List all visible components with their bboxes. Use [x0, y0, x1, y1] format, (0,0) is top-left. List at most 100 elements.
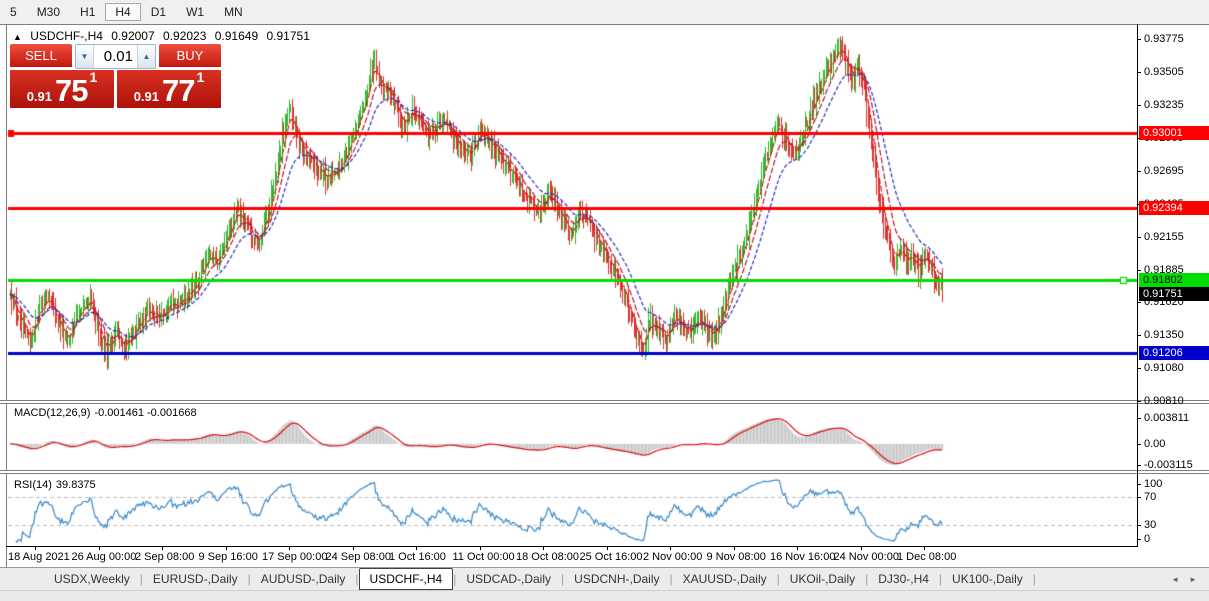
time-axis-label: 1 Oct 16:00: [389, 551, 446, 563]
chart-header: ▲ USDCHF-,H4 0.92007 0.92023 0.91649 0.9…: [13, 29, 315, 43]
axis-tick: [1137, 72, 1141, 73]
axis-tick: [1137, 171, 1141, 172]
axis-tick: [1137, 418, 1141, 419]
buy-price-big: 77: [162, 77, 194, 105]
volume-input[interactable]: 0.01: [94, 45, 137, 68]
time-axis-tick: [289, 547, 290, 550]
time-axis-tick: [543, 547, 544, 550]
buy-button[interactable]: BUY: [159, 44, 221, 69]
price-axis-line: [1137, 24, 1138, 547]
chart-tab-uk100-daily[interactable]: UK100-,Daily: [942, 568, 1033, 590]
timeframe-h1[interactable]: H1: [70, 3, 105, 21]
axis-tick: [1137, 368, 1141, 369]
chart-tabs: USDX,Weekly|EURUSD-,Daily|AUDUSD-,Daily|…: [44, 568, 1036, 590]
volume-spinner: ▼ 0.01 ▲: [75, 44, 156, 69]
collapse-trade-panel-icon[interactable]: ▲: [13, 32, 22, 42]
axis-tick: [1137, 39, 1141, 40]
time-axis-tick: [480, 547, 481, 550]
symbol-period-title: USDCHF-,H4: [30, 29, 103, 43]
price-axis-label: 0.90810: [1144, 395, 1208, 408]
time-axis-label: 17 Sep 00:00: [262, 551, 327, 563]
time-axis-label: 24 Nov 00:00: [834, 551, 899, 563]
metatrader-window: { "toolbar": { "items": ["5", "M30", "H1…: [0, 0, 1209, 600]
tab-scroll-arrows: ◄ ►: [1171, 568, 1209, 590]
buy-price-base: 0.91: [134, 89, 159, 105]
tab-separator: |: [1033, 568, 1036, 590]
axis-tick: [1137, 401, 1141, 402]
axis-tick: [1137, 497, 1141, 498]
time-axis-label: 25 Oct 16:00: [580, 551, 643, 563]
ohlc-low: 0.91649: [215, 29, 258, 43]
price-axis-label: 0.92695: [1144, 165, 1208, 178]
axis-tick: [1137, 465, 1141, 466]
time-axis-label: 2 Sep 08:00: [135, 551, 194, 563]
macd-indicator-label: MACD(12,26,9)-0.001461 -0.001668: [14, 407, 201, 419]
timeframe-mn[interactable]: MN: [214, 3, 253, 21]
timeframe-toolbar: 5M30H1H4D1W1MN: [0, 0, 1209, 25]
time-axis-label: 16 Nov 16:00: [770, 551, 835, 563]
chart-tab-usdcad-daily[interactable]: USDCAD-,Daily: [456, 568, 561, 590]
sell-price-base: 0.91: [27, 89, 52, 105]
chart-tab-xauusd-daily[interactable]: XAUUSD-,Daily: [673, 568, 777, 590]
chart-tab-dj30-h4[interactable]: DJ30-,H4: [868, 568, 939, 590]
axis-tick: [1137, 484, 1141, 485]
rsi-axis-label: 70: [1144, 491, 1208, 504]
ohlc-close: 0.91751: [266, 29, 309, 43]
timeframe-m30[interactable]: M30: [27, 3, 70, 21]
price-axis-label: 0.93235: [1144, 99, 1208, 112]
ohlc-open: 0.92007: [111, 29, 154, 43]
timeframe-d1[interactable]: D1: [141, 3, 176, 21]
axis-tick: [1137, 105, 1141, 106]
timeframe-5[interactable]: 5: [0, 3, 27, 21]
time-axis-tick: [607, 547, 608, 550]
macd-axis-label: 0.00: [1144, 438, 1208, 451]
time-axis-label: 9 Nov 08:00: [707, 551, 766, 563]
rsi-indicator-label: RSI(14)39.8375: [14, 479, 100, 491]
time-axis-tick: [924, 547, 925, 550]
timeframe-w1[interactable]: W1: [176, 3, 214, 21]
time-axis-tick: [416, 547, 417, 550]
rsi-axis-label: 0: [1144, 533, 1208, 546]
price-axis-label: 0.92155: [1144, 231, 1208, 244]
time-axis-label: 9 Sep 16:00: [199, 551, 258, 563]
time-axis-label: 26 Aug 00:00: [72, 551, 137, 563]
time-axis-line: [6, 546, 1137, 547]
price-axis-label: 0.93775: [1144, 33, 1208, 46]
axis-tick: [1137, 525, 1141, 526]
rsi-panel-divider[interactable]: [0, 470, 1209, 474]
chart-frame-left-border: [6, 24, 7, 567]
time-axis-tick: [226, 547, 227, 550]
buy-price-button[interactable]: 0.91 77 1: [117, 70, 221, 108]
chart-tab-bar: USDX,Weekly|EURUSD-,Daily|AUDUSD-,Daily|…: [0, 567, 1209, 590]
level-price-badge: 0.91802: [1139, 273, 1209, 287]
tab-scroll-right-icon[interactable]: ►: [1189, 575, 1197, 584]
axis-tick: [1137, 539, 1141, 540]
chart-tab-usdx-weekly[interactable]: USDX,Weekly: [44, 568, 140, 590]
volume-decrease-icon[interactable]: ▼: [76, 45, 94, 68]
timeframe-h4[interactable]: H4: [105, 3, 140, 21]
ohlc-high: 0.92023: [163, 29, 206, 43]
tab-scroll-left-icon[interactable]: ◄: [1171, 575, 1179, 584]
buy-price-pipette: 1: [197, 70, 205, 84]
chart-tab-eurusd-daily[interactable]: EURUSD-,Daily: [143, 568, 248, 590]
price-axis-label: 0.93505: [1144, 66, 1208, 79]
chart-tab-usdchf-h4[interactable]: USDCHF-,H4: [359, 568, 454, 590]
timeframe-bar: 5M30H1H4D1W1MN: [0, 3, 253, 21]
time-axis-tick: [734, 547, 735, 550]
rsi-axis-label: 100: [1144, 478, 1208, 491]
chart-tab-usdcnh-daily[interactable]: USDCNH-,Daily: [564, 568, 669, 590]
axis-tick: [1137, 444, 1141, 445]
sell-button[interactable]: SELL: [10, 44, 72, 69]
volume-increase-icon[interactable]: ▲: [137, 45, 155, 68]
time-axis-tick: [861, 547, 862, 550]
chart-tab-ukoil-daily[interactable]: UKOil-,Daily: [780, 568, 865, 590]
chart-tab-audusd-daily[interactable]: AUDUSD-,Daily: [251, 568, 356, 590]
price-axis-label: 0.91080: [1144, 362, 1208, 375]
bid-price-badge: 0.91751: [1139, 287, 1209, 301]
time-axis-label: 24 Sep 08:00: [326, 551, 391, 563]
macd-panel-divider[interactable]: [0, 400, 1209, 404]
time-axis-label: 18 Aug 2021: [8, 551, 70, 563]
axis-tick: [1137, 270, 1141, 271]
time-axis-label: 1 Dec 08:00: [897, 551, 956, 563]
sell-price-button[interactable]: 0.91 75 1: [10, 70, 114, 108]
